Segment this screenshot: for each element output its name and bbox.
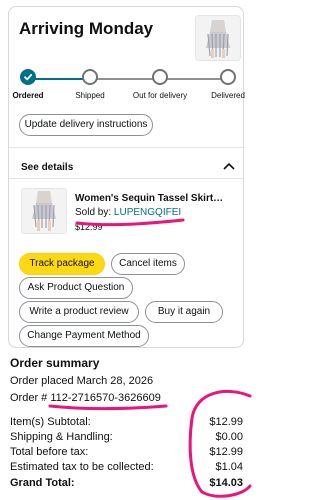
step-out-for-delivery-label: Out for delivery [132,91,188,100]
check-icon [24,73,33,81]
order-number-label: Order # [10,392,51,404]
change-payment-method-button[interactable]: Change Payment Method [19,325,149,347]
step-delivered-node [220,69,236,85]
delivery-progress: Ordered Shipped Out for delivery Deliver… [12,69,245,113]
track-package-button[interactable]: Track package [19,253,105,275]
item-price: $12.99 [75,222,103,232]
step-ordered-label: Ordered [12,91,44,100]
step-shipped-label: Shipped [75,91,105,100]
total-before-tax-value: $12.99 [209,446,243,458]
write-review-button[interactable]: Write a product review [19,301,139,323]
grand-total-value: $14.03 [209,477,243,489]
order-summary-title: Order summary [10,356,100,370]
subtotal-value: $12.99 [209,416,243,428]
step-ordered-node [20,69,36,85]
order-number-line: Order # 112-2716570-3626609 [10,392,161,404]
product-thumbnail-header[interactable] [195,15,241,61]
order-number: 112-2716570-3626609 [50,392,161,404]
arrival-heading: Arriving Monday [19,19,154,38]
product-title[interactable]: Women's Sequin Tassel Skirt… [75,193,241,204]
step-out-for-delivery-node [152,69,168,85]
skirt-image [196,16,240,60]
seller-link[interactable]: LUPENGQIFEI [114,207,181,218]
buy-it-again-button[interactable]: Buy it again [145,301,223,323]
sold-by-label: Sold by: [75,207,114,218]
step-shipped-node [82,69,98,85]
shipping-label: Shipping & Handling: [10,431,113,443]
skirt-image [22,189,66,233]
update-delivery-instructions-button[interactable]: Update delivery instructions [19,114,153,136]
order-card: Arriving Monday Ordered Shipped Out for … [8,6,245,348]
see-details-toggle[interactable]: See details [21,162,73,173]
sold-by-line: Sold by: LUPENGQIFEI [75,207,181,218]
chevron-up-icon[interactable] [222,160,236,172]
total-before-tax-label: Total before tax: [10,446,89,458]
ask-product-question-button[interactable]: Ask Product Question [19,277,133,299]
section-divider [9,178,243,179]
subtotal-label: Item(s) Subtotal: [10,416,91,428]
product-thumbnail[interactable] [21,188,67,234]
shipping-value: $0.00 [215,431,243,443]
section-divider [9,147,243,148]
progress-line-complete [28,78,90,80]
estimated-tax-value: $1.04 [215,461,243,473]
cancel-items-button[interactable]: Cancel items [111,253,185,275]
grand-total-label: Grand Total: [10,477,75,489]
order-placed-date: Order placed March 28, 2026 [10,375,154,387]
step-delivered-label: Delivered [211,91,245,100]
estimated-tax-label: Estimated tax to be collected: [10,461,154,473]
